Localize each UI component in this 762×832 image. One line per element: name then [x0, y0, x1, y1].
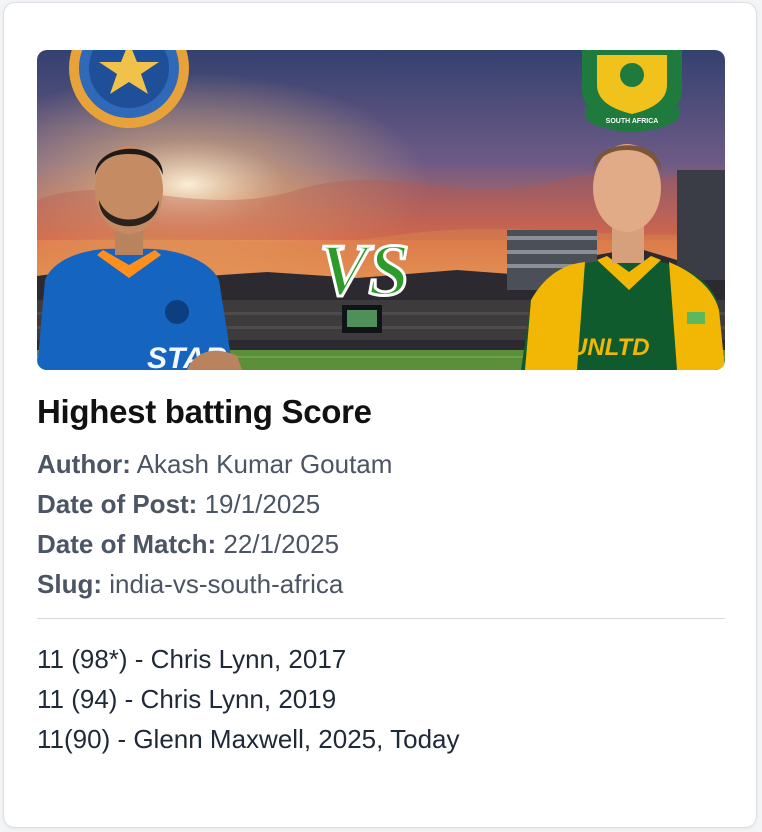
- meta-label: Author:: [37, 449, 131, 479]
- meta-date-of-match: Date of Match: 22/1/2025: [37, 529, 392, 569]
- match-banner-image: SOUTH AFRICA STAR VS UNLTD: [37, 50, 725, 370]
- divider: [37, 618, 725, 619]
- sa-crest-text: SOUTH AFRICA: [606, 118, 659, 125]
- meta-value: 19/1/2025: [204, 489, 321, 519]
- meta-value: india-vs-south-africa: [109, 569, 344, 599]
- meta-label: Date of Match:: [37, 529, 217, 559]
- meta-value: 22/1/2025: [223, 529, 340, 559]
- score-list: 11 (98*) - Chris Lynn, 2017 11 (94) - Ch…: [37, 644, 460, 764]
- score-item: 11 (94) - Chris Lynn, 2019: [37, 684, 337, 714]
- right-jersey-text: UNLTD: [570, 334, 650, 361]
- meta-label: Slug:: [37, 569, 102, 599]
- post-card: SOUTH AFRICA STAR VS UNLTD Highest batti…: [3, 2, 757, 828]
- score-item: 11 (98*) - Chris Lynn, 2017: [37, 644, 347, 674]
- meta-label: Date of Post:: [37, 489, 198, 519]
- vs-text: VS: [319, 230, 410, 312]
- meta-author: Author: Akash Kumar Goutam: [37, 449, 392, 489]
- meta-date-of-post: Date of Post: 19/1/2025: [37, 489, 392, 529]
- meta-value: Akash Kumar Goutam: [136, 449, 393, 479]
- meta-slug: Slug: india-vs-south-africa: [37, 569, 392, 609]
- post-title: Highest batting Score: [37, 393, 372, 430]
- score-item: 11(90) - Glenn Maxwell, 2025, Today: [37, 724, 460, 754]
- post-meta-list: Author: Akash Kumar Goutam Date of Post:…: [37, 449, 392, 609]
